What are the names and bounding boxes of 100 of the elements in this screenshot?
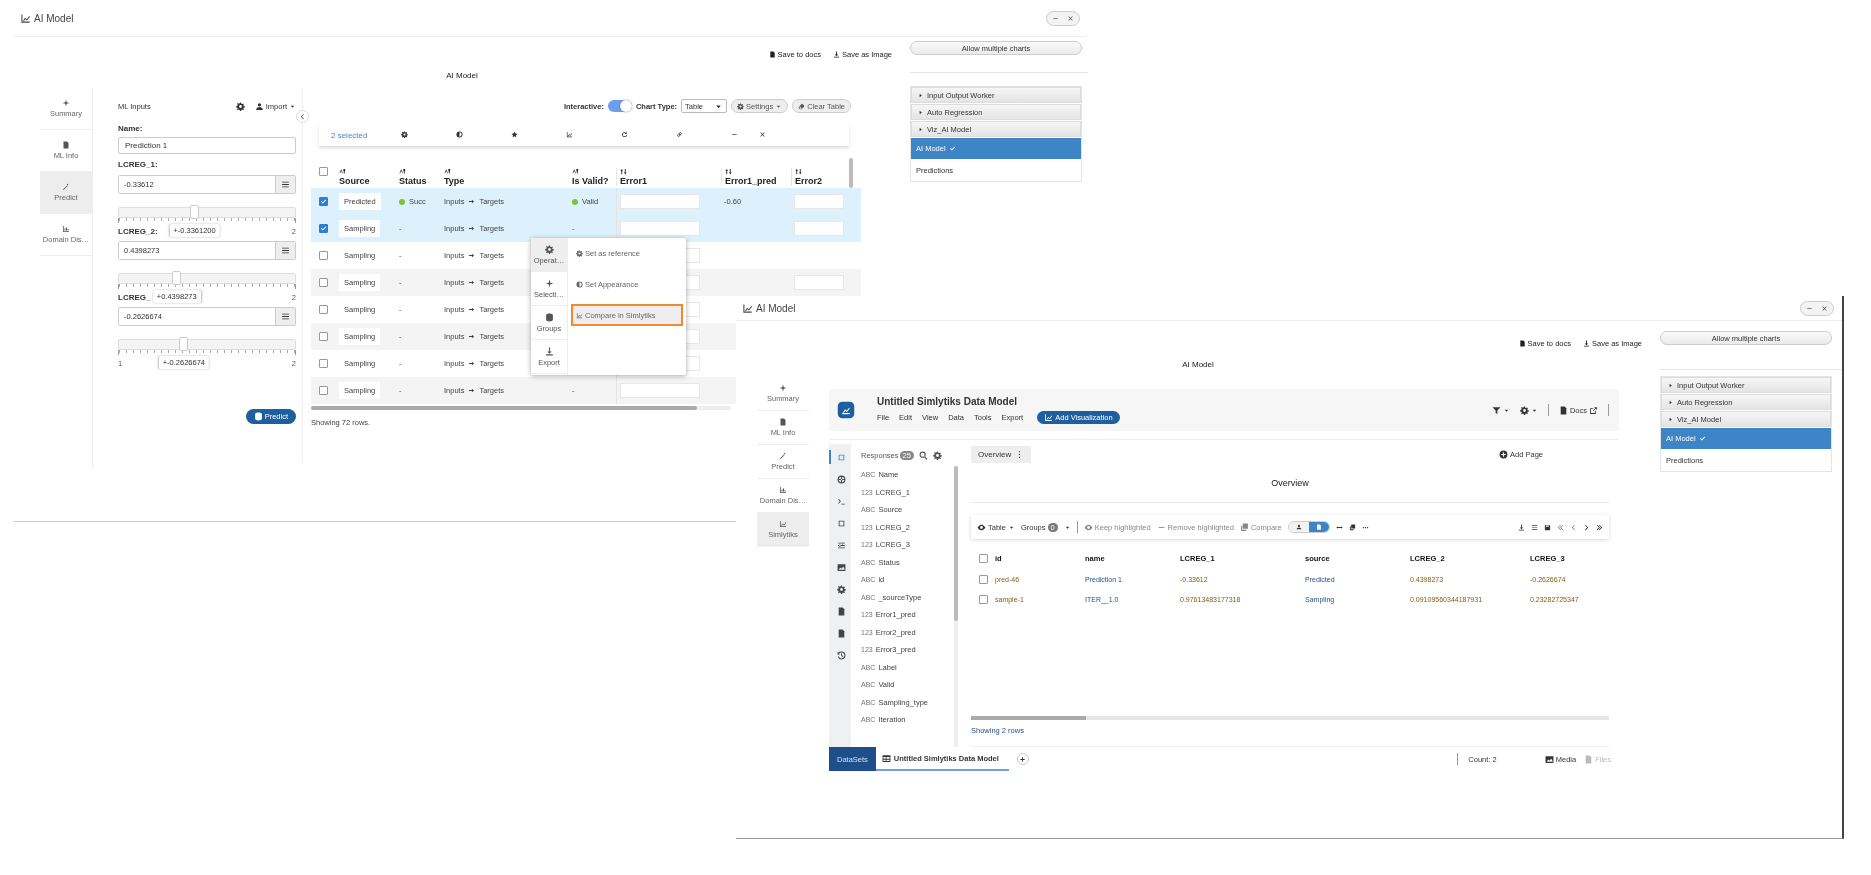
checkbox[interactable] xyxy=(319,166,328,176)
table-icon xyxy=(881,753,891,763)
line-chart-icon[interactable] xyxy=(566,130,573,138)
cell-field[interactable] xyxy=(620,383,700,398)
cell-field[interactable] xyxy=(620,194,700,209)
page-title: Overview xyxy=(1271,478,1309,488)
checkbox[interactable] xyxy=(978,574,988,584)
checkbox[interactable] xyxy=(319,359,328,368)
scrollbar[interactable] xyxy=(849,158,853,188)
chart-heading: AI Model xyxy=(446,70,478,80)
sort-icon[interactable] xyxy=(725,168,732,175)
settings-button[interactable] xyxy=(1519,405,1538,415)
field-label: LCREG_1: xyxy=(118,160,159,169)
sort-icon[interactable] xyxy=(444,168,451,175)
app-logo-icon xyxy=(837,401,855,419)
image-icon xyxy=(1544,754,1554,764)
sort-icon[interactable] xyxy=(620,168,627,175)
history-icon xyxy=(836,650,846,660)
scrollbar[interactable] xyxy=(954,466,958,747)
sparkle-icon xyxy=(62,99,70,107)
wand-icon xyxy=(779,452,787,460)
name-field[interactable]: Prediction 1 xyxy=(118,137,296,154)
sort-icon[interactable] xyxy=(399,168,406,175)
previous-icon[interactable] xyxy=(1570,523,1577,531)
close-icon[interactable] xyxy=(759,130,766,138)
database-icon xyxy=(544,312,554,322)
settings-icon xyxy=(544,244,554,254)
slider-thumb[interactable] xyxy=(189,205,199,219)
field-label: LCREG_2: xyxy=(118,227,158,236)
field-label: Name: xyxy=(118,124,144,133)
checkbox[interactable] xyxy=(319,224,328,233)
next-icon[interactable] xyxy=(1583,523,1590,531)
slider-thumb[interactable] xyxy=(172,271,182,285)
link-icon[interactable] xyxy=(676,130,683,138)
refresh-icon[interactable] xyxy=(621,130,628,138)
view-toggle-button[interactable] xyxy=(1308,522,1329,532)
checkbox[interactable] xyxy=(319,278,328,287)
settings-icon[interactable] xyxy=(932,450,942,460)
document-icon xyxy=(1558,405,1568,415)
page-tab[interactable]: Overview xyxy=(971,445,1032,463)
resize-icon[interactable] xyxy=(1335,523,1343,531)
checkbox[interactable] xyxy=(319,197,328,206)
sliders-icon xyxy=(836,540,846,550)
download-icon[interactable] xyxy=(1518,523,1525,531)
person-icon xyxy=(254,101,264,111)
checkbox[interactable] xyxy=(978,553,988,563)
cell-field[interactable] xyxy=(794,194,844,209)
line-chart-icon xyxy=(1044,413,1054,422)
scrollbar[interactable] xyxy=(311,406,731,410)
filter-button[interactable] xyxy=(1491,405,1510,415)
check-icon xyxy=(1698,435,1706,442)
checkbox[interactable] xyxy=(978,594,988,604)
cell-field[interactable] xyxy=(794,275,844,290)
download-icon xyxy=(544,346,554,356)
caret-icon xyxy=(917,91,924,99)
save-icon[interactable] xyxy=(1544,523,1551,531)
cell-field[interactable] xyxy=(794,221,844,236)
terminal-icon xyxy=(836,496,846,506)
settings-icon xyxy=(836,584,846,594)
interactive-toggle[interactable] xyxy=(607,100,632,112)
eraser-icon xyxy=(798,102,806,110)
eye-icon xyxy=(1083,522,1093,532)
view-toggle-button[interactable] xyxy=(1288,522,1309,532)
settings-icon[interactable] xyxy=(235,101,245,111)
checkbox[interactable] xyxy=(319,386,328,395)
collapse-button[interactable] xyxy=(296,110,309,123)
eye-icon xyxy=(977,522,986,532)
arrow-icon xyxy=(468,333,476,340)
arrow-icon xyxy=(468,279,476,286)
window-title: AI Model xyxy=(756,302,796,314)
sparkle-icon xyxy=(544,278,554,288)
caret-icon xyxy=(1667,381,1674,389)
sort-icon[interactable] xyxy=(339,168,346,175)
document-icon xyxy=(1584,754,1594,764)
line-chart-icon xyxy=(742,302,753,314)
cell-field[interactable] xyxy=(620,221,700,236)
close-icon xyxy=(1821,304,1828,312)
sort-icon[interactable] xyxy=(572,168,579,175)
first-page-icon[interactable] xyxy=(1557,523,1564,531)
copy-icon[interactable] xyxy=(1348,523,1356,531)
search-icon[interactable] xyxy=(918,450,928,460)
sort-icon[interactable] xyxy=(795,168,802,175)
star-icon[interactable] xyxy=(511,130,518,138)
slider-thumb[interactable] xyxy=(179,337,189,351)
app-title: Untitled Simlytiks Data Model xyxy=(877,396,1019,407)
close-icon xyxy=(1067,14,1074,22)
person-icon xyxy=(1295,524,1302,530)
columns-icon[interactable] xyxy=(1531,523,1538,531)
selection-count[interactable]: 2 selected xyxy=(331,130,401,140)
line-chart-icon xyxy=(576,311,583,319)
arrow-icon xyxy=(468,252,476,259)
arrow-icon xyxy=(468,360,476,367)
checkbox[interactable] xyxy=(319,305,328,314)
document-icon xyxy=(836,606,846,616)
document-icon xyxy=(779,418,787,426)
caret-icon xyxy=(1667,415,1674,423)
checkbox[interactable] xyxy=(319,332,328,341)
settings-icon[interactable] xyxy=(401,130,408,138)
checkbox[interactable] xyxy=(319,251,328,260)
last-page-icon[interactable] xyxy=(1596,523,1603,531)
